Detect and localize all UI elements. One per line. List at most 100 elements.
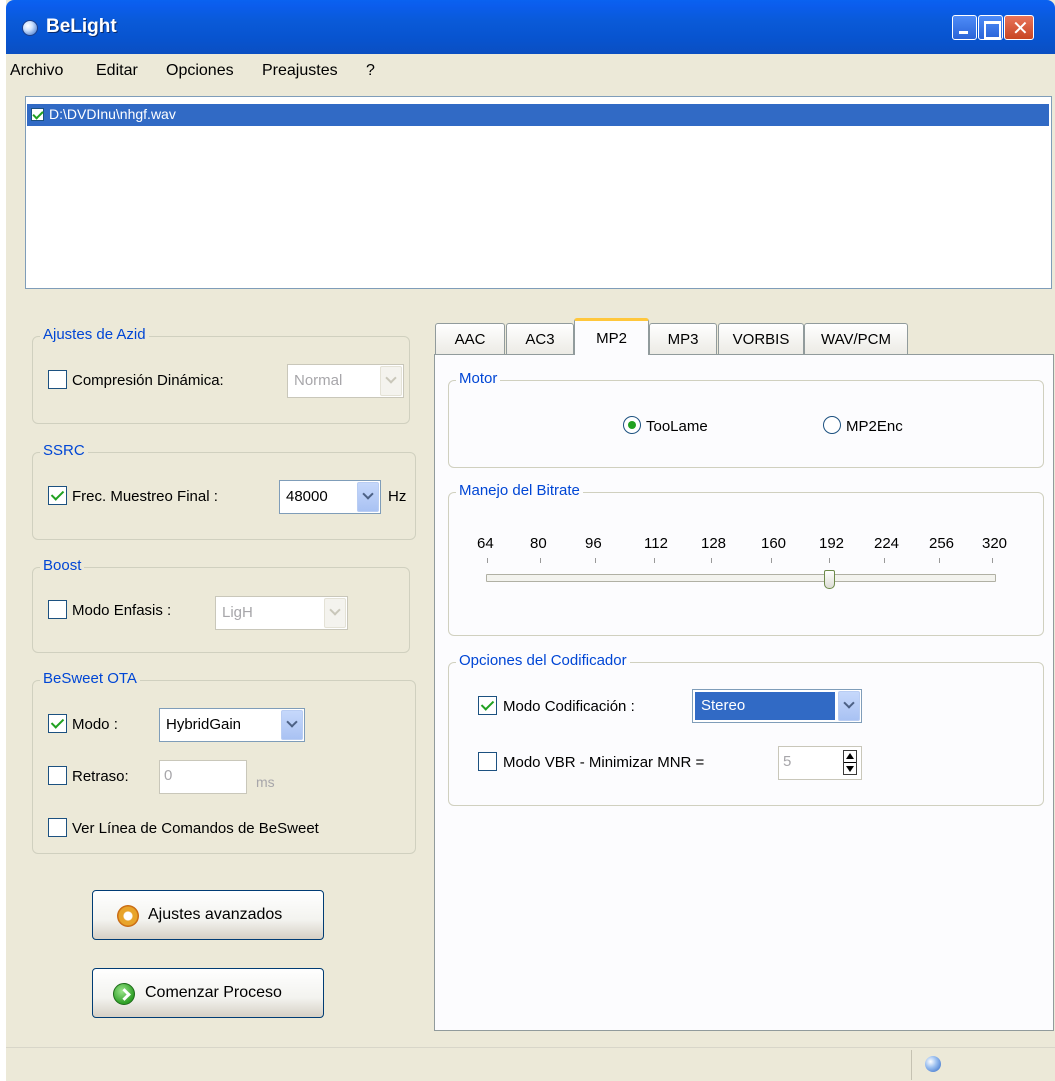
retraso-value: 0 (164, 767, 173, 784)
spinner-icon[interactable] (843, 750, 857, 775)
menu-archivo[interactable]: Archivo (10, 62, 63, 80)
bitrate-slider-thumb[interactable] (824, 570, 835, 589)
bitrate-tick-label: 160 (761, 535, 787, 552)
radio-toolame-label: TooLame (646, 418, 708, 435)
tab-mp2[interactable]: MP2 (574, 318, 649, 355)
advanced-settings-button[interactable]: Ajustes avanzados (92, 890, 324, 940)
group-motor-title: Motor (456, 370, 501, 387)
modo-select[interactable]: HybridGain (159, 708, 305, 742)
tab-mp3-label: MP3 (667, 331, 699, 348)
group-bitrate-title: Manejo del Bitrate (456, 482, 583, 499)
status-bar (6, 1047, 1055, 1081)
radio-mp2enc[interactable] (823, 416, 841, 434)
tab-wavpcm[interactable]: WAV/PCM (804, 323, 908, 354)
tab-ac3-label: AC3 (525, 331, 555, 348)
bitrate-tick-label: 96 (585, 535, 602, 552)
start-process-button[interactable]: Comenzar Proceso (92, 968, 324, 1018)
group-motor (448, 380, 1044, 468)
modo-codificacion-checkbox[interactable] (478, 696, 497, 715)
menu-opciones[interactable]: Opciones (166, 62, 234, 80)
tab-wavpcm-label: WAV/PCM (821, 331, 891, 348)
frec-checkbox[interactable] (48, 486, 67, 505)
window-title: BeLight (46, 16, 117, 37)
enfasis-select[interactable]: LigH (215, 596, 348, 630)
file-list-item[interactable]: D:\DVDInu\nhgf.wav (27, 104, 1049, 126)
modo-codificacion-value: Stereo (701, 697, 746, 714)
bitrate-tick-label: 224 (874, 535, 900, 552)
compresion-value: Normal (294, 372, 343, 389)
app-logo-icon (22, 20, 38, 36)
vbr-input[interactable]: 5 (778, 746, 862, 780)
retraso-checkbox[interactable] (48, 766, 67, 785)
close-icon: ✕ (1012, 18, 1029, 40)
close-button[interactable]: ✕ (1004, 15, 1034, 40)
menu-preajustes[interactable]: Preajustes (262, 62, 338, 80)
bitrate-tick-mark (884, 558, 885, 563)
bitrate-tick-mark (829, 558, 830, 563)
enfasis-checkbox[interactable] (48, 600, 67, 619)
ver-linea-label: Ver Línea de Comandos de BeSweet (72, 820, 319, 837)
modo-checkbox[interactable] (48, 714, 67, 733)
group-boost-title: Boost (40, 557, 85, 574)
tab-aac[interactable]: AAC (435, 323, 505, 354)
radio-toolame[interactable] (623, 416, 641, 434)
file-checkbox[interactable] (31, 108, 44, 121)
compresion-select[interactable]: Normal (287, 364, 404, 398)
tab-vorbis-label: VORBIS (732, 331, 790, 348)
bitrate-tick-mark (654, 558, 655, 563)
bitrate-tick-label: 320 (982, 535, 1008, 552)
ver-linea-checkbox[interactable] (48, 818, 67, 837)
title-bar[interactable]: BeLight ✕ (6, 0, 1055, 54)
app-window: BeLight ✕ Archivo Editar Opciones Preaju… (6, 0, 1055, 1081)
bitrate-tick-label: 128 (701, 535, 727, 552)
bitrate-tick-label: 256 (929, 535, 955, 552)
bitrate-tick-mark (939, 558, 940, 563)
menu-help[interactable]: ? (366, 62, 375, 80)
group-besweet-title: BeSweet OTA (40, 670, 140, 687)
file-path: D:\DVDInu\nhgf.wav (49, 106, 176, 122)
minimize-button[interactable] (952, 15, 977, 40)
chevron-down-icon (838, 691, 860, 721)
modo-value: HybridGain (166, 716, 242, 733)
file-list[interactable]: D:\DVDInu\nhgf.wav (25, 96, 1052, 289)
frec-unit: Hz (388, 488, 407, 505)
chevron-down-icon (281, 710, 303, 740)
chevron-down-icon (380, 366, 402, 396)
vbr-value: 5 (783, 753, 792, 770)
tab-vorbis[interactable]: VORBIS (718, 323, 804, 354)
tab-aac-label: AAC (454, 331, 486, 348)
group-bitrate (448, 492, 1044, 636)
enfasis-value: LigH (222, 604, 253, 621)
frec-select[interactable]: 48000 (279, 480, 381, 514)
bitrate-slider-track[interactable] (486, 574, 996, 582)
status-globe-icon (925, 1056, 941, 1072)
tab-ac3[interactable]: AC3 (506, 323, 574, 354)
bitrate-tick-mark (992, 558, 993, 563)
menu-editar[interactable]: Editar (96, 62, 138, 80)
group-codificador (448, 662, 1044, 806)
chevron-down-icon (324, 598, 346, 628)
frec-value: 48000 (286, 488, 328, 505)
menu-bar: Archivo Editar Opciones Preajustes ? (6, 56, 1055, 86)
bitrate-tick-mark (487, 558, 488, 563)
maximize-button[interactable] (978, 15, 1003, 40)
start-process-label: Comenzar Proceso (145, 984, 282, 1001)
enfasis-label: Modo Enfasis : (72, 602, 172, 619)
bitrate-tick-label: 192 (819, 535, 845, 552)
retraso-label: Retraso: (72, 768, 129, 785)
retraso-input[interactable]: 0 (159, 760, 247, 794)
frec-label: Frec. Muestreo Final : (72, 488, 218, 505)
vbr-label: Modo VBR - Minimizar MNR = (503, 754, 705, 771)
modo-codificacion-label: Modo Codificación : (503, 698, 635, 715)
radio-mp2enc-label: MP2Enc (846, 418, 903, 435)
bitrate-tick-label: 112 (644, 535, 668, 552)
bitrate-tick-mark (540, 558, 541, 563)
compresion-checkbox[interactable] (48, 370, 67, 389)
bitrate-tick-mark (595, 558, 596, 563)
modo-label: Modo : (72, 716, 118, 733)
vbr-checkbox[interactable] (478, 752, 497, 771)
bitrate-tick-mark (711, 558, 712, 563)
tab-mp3[interactable]: MP3 (649, 323, 717, 354)
modo-codificacion-select[interactable]: Stereo (692, 689, 862, 723)
tab-mp2-label: MP2 (596, 330, 627, 347)
